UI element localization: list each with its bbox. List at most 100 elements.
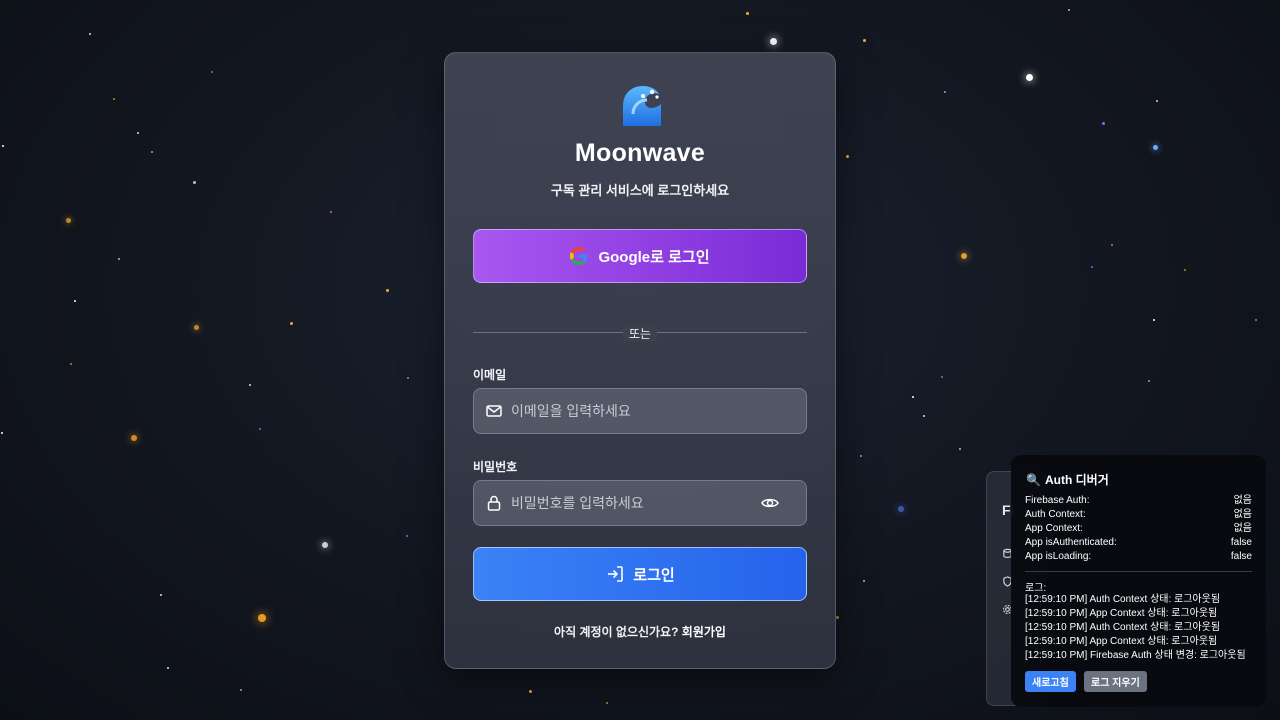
debugger-status-row: App Context: 없음 (1025, 522, 1252, 536)
star (944, 91, 946, 93)
star (131, 435, 137, 441)
star (1, 432, 3, 434)
star (959, 448, 961, 450)
star (863, 580, 865, 582)
google-login-button[interactable]: Google로 로그인 (473, 229, 807, 283)
login-button[interactable]: 로그인 (473, 547, 807, 601)
login-arrow-icon (608, 566, 624, 582)
star (322, 542, 328, 548)
star (845, 154, 849, 158)
star (1101, 121, 1105, 125)
login-subtitle: 구독 관리 서비스에 로그인하세요 (550, 183, 730, 198)
star (528, 689, 532, 693)
star (65, 217, 71, 223)
star (407, 377, 409, 379)
log-entry: [12:59:10 PM] App Context 상태: 로그아웃됨 (1025, 608, 1218, 619)
password-label: 비밀번호 (473, 460, 518, 474)
clear-logs-button[interactable]: 로그 지우기 (1084, 671, 1147, 692)
star (70, 363, 72, 365)
debugger-status-row: App isAuthenticated: false (1025, 536, 1252, 550)
star (860, 455, 862, 457)
google-icon (570, 247, 589, 265)
star (1184, 269, 1186, 271)
debugger-separator (1025, 571, 1252, 572)
email-field[interactable] (473, 388, 807, 434)
signup-link[interactable]: 회원가입 (682, 625, 726, 639)
lock-icon (487, 495, 501, 511)
debugger-title: 🔍 Auth 디버거 (1026, 472, 1109, 488)
status-key: Firebase Auth: (1025, 495, 1090, 506)
debugger-status-row: Auth Context: 없음 (1025, 508, 1252, 522)
star (74, 300, 76, 302)
star (289, 321, 293, 325)
email-label: 이메일 (473, 368, 507, 382)
star (1111, 244, 1113, 246)
star (385, 288, 389, 292)
signup-prompt: 아직 계정이 없으신가요? 회원가입 (554, 625, 726, 639)
password-input[interactable] (511, 495, 760, 511)
status-value: false (1230, 551, 1252, 562)
star (151, 151, 153, 153)
star (330, 211, 332, 213)
star (1153, 319, 1155, 321)
log-label: 로그: (1025, 583, 1047, 594)
star (89, 33, 91, 35)
login-card: Moonwave 구독 관리 서비스에 로그인하세요 Google로 로그인 또… (444, 52, 836, 669)
star (1091, 266, 1093, 268)
star (192, 180, 196, 184)
divider-text: 또는 (445, 325, 835, 342)
status-value: 없음 (1233, 509, 1252, 520)
star (745, 11, 749, 15)
status-key: App Context: (1025, 523, 1083, 534)
log-entry: [12:59:10 PM] Firebase Auth 상태 변경: 로그아웃됨 (1025, 650, 1246, 661)
star (160, 594, 162, 596)
star (1152, 144, 1158, 150)
star (941, 376, 943, 378)
log-entry: [12:59:10 PM] Auth Context 상태: 로그아웃됨 (1025, 594, 1221, 605)
debugger-status-row: App isLoading: false (1025, 550, 1252, 564)
star (912, 396, 914, 398)
star (1025, 73, 1033, 81)
star (1156, 100, 1158, 102)
eye-icon[interactable] (760, 493, 780, 513)
log-entry: [12:59:10 PM] App Context 상태: 로그아웃됨 (1025, 636, 1218, 647)
status-value: 없음 (1233, 523, 1252, 534)
star (193, 324, 199, 330)
login-label: 로그인 (633, 566, 675, 584)
refresh-button[interactable]: 새로고침 (1025, 671, 1076, 692)
star (1148, 380, 1150, 382)
email-input[interactable] (511, 403, 806, 419)
debugger-status-row: Firebase Auth: 없음 (1025, 494, 1252, 508)
star (259, 428, 261, 430)
status-key: App isLoading: (1025, 551, 1092, 562)
app-title: Moonwave (574, 139, 706, 167)
google-login-label: Google로 로그인 (598, 248, 710, 266)
star (137, 132, 139, 134)
star (961, 253, 967, 259)
mail-icon (486, 405, 502, 417)
status-key: Auth Context: (1025, 509, 1086, 520)
star (2, 145, 4, 147)
star (898, 506, 904, 512)
star (249, 384, 251, 386)
star (118, 258, 120, 260)
star (113, 98, 115, 100)
status-key: App isAuthenticated: (1025, 537, 1117, 548)
star (211, 71, 213, 73)
star (240, 689, 242, 691)
log-entry: [12:59:10 PM] Auth Context 상태: 로그아웃됨 (1025, 622, 1221, 633)
magnifier-icon: 🔍 (1026, 472, 1041, 487)
star (406, 535, 408, 537)
wave-logo-icon (623, 86, 661, 126)
star (769, 37, 777, 45)
star (862, 38, 866, 42)
auth-debugger-panel: 🔍 Auth 디버거 Firebase Auth: 없음 Auth Context:… (1011, 455, 1266, 707)
star (258, 614, 266, 622)
status-value: false (1230, 537, 1252, 548)
password-field[interactable] (473, 480, 807, 526)
status-value: 없음 (1233, 495, 1252, 506)
star (1255, 319, 1257, 321)
star (606, 702, 608, 704)
star (923, 415, 925, 417)
star (167, 667, 169, 669)
